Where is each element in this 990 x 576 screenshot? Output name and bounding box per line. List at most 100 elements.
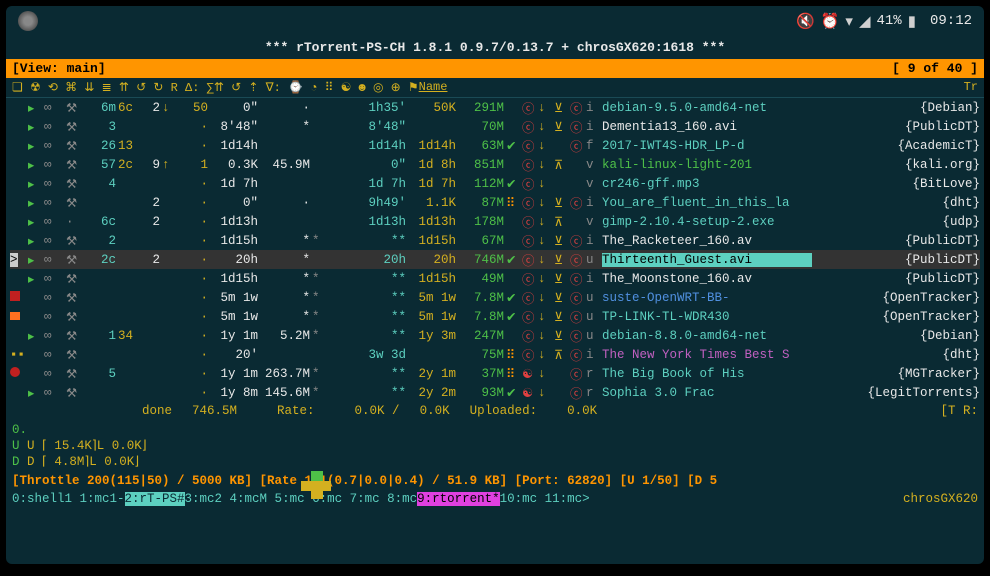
priority: · [182,196,210,210]
torrent-row[interactable]: ▸ ∞ ⚒ 4 · 1d 7h 1d 7h 1d 7h 112M ✔ ⓒ ↓ v… [10,174,980,193]
row-marker: > [10,253,28,267]
tmux-win-current[interactable]: 9:rtorrent* [417,492,500,506]
pickaxe-icon: ⚒ [66,252,88,268]
torrent-row[interactable]: ▸ ∞ ⚒ · 1y 8m 145.6M * ** 2y 2m 93M ✔ ☯ … [10,383,980,402]
status4-icon: ⓒ [570,307,586,326]
state-icon: ▸ [28,195,44,211]
app-logo-icon [18,11,38,31]
activity-blocks-icon [301,471,331,501]
torrent-row[interactable]: > ▸ ∞ ⚒ 2c 2 · 20h * 20h 20h 746M ✔ ⓒ ↓ … [10,250,980,269]
infinite-icon: ∞ [44,367,66,381]
status4-icon: ⓒ [570,193,586,212]
status5: f [586,139,602,153]
tmux-bar[interactable]: 0:shell1 1:mc1- 2:rT-PS# 3:mc2 4:mcM 5:m… [6,490,984,508]
status2-icon: ↓ [538,120,554,134]
ratio: 5 [88,367,118,381]
tracker-name: {LegitTorrents} [812,386,980,400]
torrent-row[interactable]: ▸ ∞ ⚒ · 1d15h * * ** 1d15h 49M ⓒ ↓ ⊻ ⓒ i… [10,269,980,288]
clock: 09:12 [930,13,972,29]
infinite-icon: ∞ [44,177,66,191]
eta: ** [352,386,408,400]
size: 112M [458,177,506,191]
torrent-name: 2017-IWT4S-HDR_LP-d [602,139,812,153]
state-icon: ▸ [28,176,44,192]
uploaded: * [260,253,312,267]
rate: 1d13h [408,215,458,229]
torrent-row[interactable]: ▸ ∞ ⚒ 6m 6c 2 ↓ 50 0″ · 1h35′ 50K 291M ⓒ… [10,98,980,117]
star-icon: * [312,329,336,343]
torrent-row[interactable]: ∞ ⚒ · 5m 1w * * ** 5m 1w 7.8M ✔ ⓒ ↓ ⊻ ⓒ … [10,307,980,326]
star-icon: * [312,234,336,248]
torrent-row[interactable]: ▸ ∞ ⚒ 26 13 · 1d14h 1d14h 1d14h 63M ✔ ⓒ … [10,136,980,155]
status1-icon: ⓒ [522,326,538,345]
chunks: 2c [118,158,146,172]
uploaded: * [260,291,312,305]
size: 7.8M [458,291,506,305]
tmux-win-active-prev[interactable]: 2:rT-PS# [125,492,185,506]
status4-icon: ⓒ [570,231,586,250]
tracker-name: {kali.org} [812,158,980,172]
size: 247M [458,329,506,343]
footer-summary: done 746.5M Rate: 0.0K / 0.0K Uploaded: … [6,402,984,420]
priority: · [182,272,210,286]
infinite-icon: ∞ [44,291,66,305]
ratio: 3 [88,120,118,134]
tmux-wins-end[interactable]: 10:mc 11:mc> [500,492,590,506]
status3-icon: ⊼ [554,157,570,173]
status5: r [586,386,602,400]
pickaxe-icon: ⚒ [66,385,88,401]
eta: 20h [352,253,408,267]
peers: 2 [146,101,162,115]
torrent-row[interactable]: ▸ ∞ ⚒ 57 2c 9 ↑ 1 0.3K 45.9M 0″ 1d 8h 85… [10,155,980,174]
up-time: 5m 1w [210,291,260,305]
torrent-row[interactable]: ▸ ∞ ⚒ 3 · 8′48″ * 8′48″ 70M ⓒ ↓ ⊻ ⓒ i De… [10,117,980,136]
status2-icon: ↓ [538,386,554,400]
status4-icon: ⓒ [570,345,586,364]
status1-icon: ⓒ [522,193,538,212]
torrent-name: The_Moonstone_160.av [602,272,812,286]
torrent-row[interactable]: ▸ ∞ ⚒ 1 34 · 1y 1m 5.2M * ** 1y 3m 247M … [10,326,980,345]
pickaxe-icon: ⚒ [66,138,88,154]
infinite-icon: ∞ [44,329,66,343]
tracker-name: {dht} [812,196,980,210]
ratio: 6c [88,215,118,229]
torrent-row[interactable]: ▪▪ ∞ ⚒ · 20′ 3w 3d 75M ⠿ ⓒ ↓ ⊼ ⓒ i The N… [10,345,980,364]
torrent-name: TP-LINK-TL-WDR430 [602,310,812,324]
torrent-list[interactable]: ▸ ∞ ⚒ 6m 6c 2 ↓ 50 0″ · 1h35′ 50K 291M ⓒ… [6,98,984,402]
ratio: 26 [88,139,118,153]
tracker-name: {udp} [812,215,980,229]
status3-icon: ⊼ [554,214,570,230]
state-icon: ▸ [28,385,44,401]
flag-icon: ⠿ [506,195,522,211]
status2-icon: ↓ [538,196,554,210]
torrent-row[interactable]: ▸ ∞ ⚒ 2 · 1d15h * * ** 1d15h 67M ⓒ ↓ ⊻ ⓒ… [10,231,980,250]
status5: u [586,291,602,305]
tracker-name: {MGTracker} [812,367,980,381]
pickaxe-icon: ⚒ [66,100,88,116]
state-icon: ▸ [28,271,44,287]
torrent-row[interactable]: ∞ ⚒ · 5m 1w * * ** 5m 1w 7.8M ✔ ⓒ ↓ ⊻ ⓒ … [10,288,980,307]
torrent-name: Dementia13_160.avi [602,120,812,134]
torrent-name: The_Racketeer_160.av [602,234,812,248]
tmux-win-0[interactable]: 0:shell1 1:mc1- [12,492,125,506]
ratio: 57 [88,158,118,172]
status5: v [586,215,602,229]
status1-icon: ⓒ [522,250,538,269]
status2-icon: ↓ [538,291,554,305]
torrent-row[interactable]: ∞ ⚒ 5 · 1y 1m 263.7M * ** 2y 1m 37M ⠿ ☯ … [10,364,980,383]
rate: 2y 1m [408,367,458,381]
torrent-row[interactable]: ▸ ∞ · 6c 2 · 1d13h 1d13h 1d13h 178M ⓒ ↓ … [10,212,980,231]
status2-icon: ↓ [538,348,554,362]
column-header: ❏ ☢ ⟲ ⌘ ⇊ ≣ ⇈ ↺ ↻ R Δ: ∑⇈ ↺ ⇡ ∇: ⌚ ◔ ⠿ ☯… [6,78,984,98]
peers: 2 [146,215,162,229]
torrent-name: suste-OpenWRT-BB- [602,291,812,305]
view-label: [View: main] [12,61,106,76]
status4-icon: ⓒ [570,117,586,136]
flag-icon: ⠿ [506,347,522,363]
size: 37M [458,367,506,381]
size: 178M [458,215,506,229]
pickaxe-icon: ⚒ [66,119,88,135]
status1-icon: ⓒ [522,117,538,136]
torrent-name: Sophia 3.0 Frac [602,386,812,400]
torrent-row[interactable]: ▸ ∞ ⚒ 2 · 0″ · 9h49′ 1.1K 87M ⠿ ⓒ ↓ ⊻ ⓒ … [10,193,980,212]
